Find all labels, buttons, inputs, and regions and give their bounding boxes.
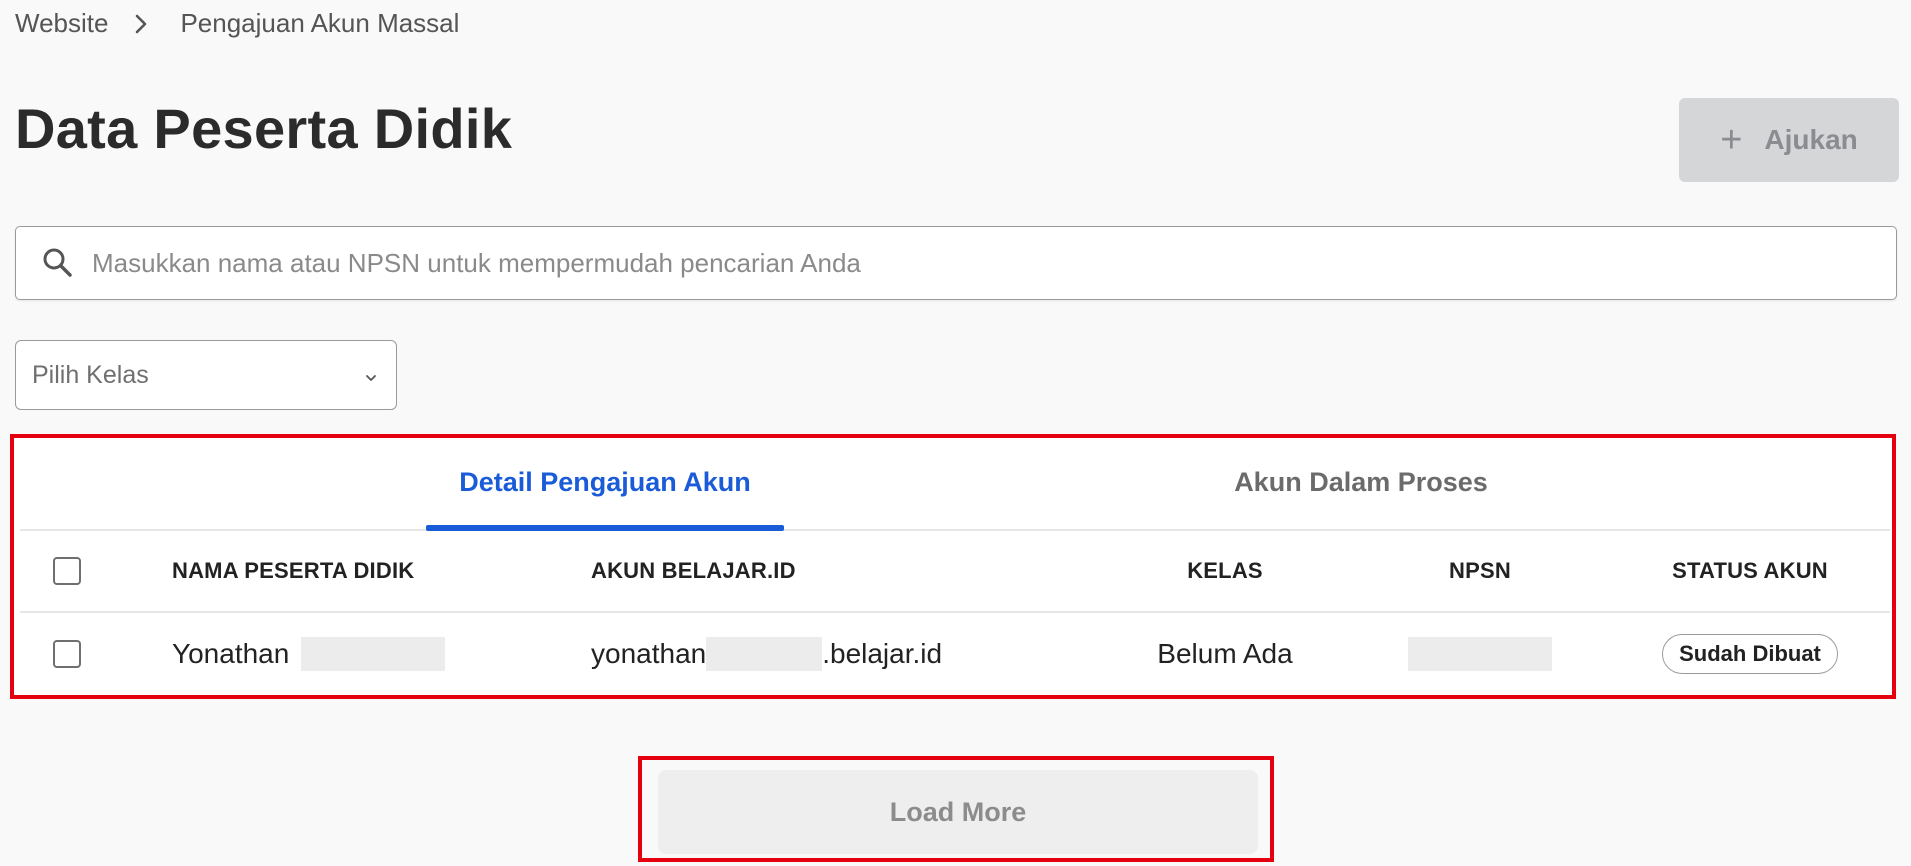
search-icon <box>40 245 76 281</box>
plus-icon: + <box>1720 119 1743 161</box>
ajukan-button-label: Ajukan <box>1764 124 1858 155</box>
search-bar <box>15 226 1897 300</box>
load-more-highlight-box <box>638 756 1274 862</box>
kelas-select[interactable]: Pilih Kelas <box>15 340 397 410</box>
breadcrumb: Website Pengajuan Akun Massal <box>15 8 459 39</box>
chevron-down-icon <box>364 361 378 390</box>
breadcrumb-current: Pengajuan Akun Massal <box>180 8 460 38</box>
chevron-right-icon <box>134 13 148 35</box>
page-title: Data Peserta Didik <box>15 97 513 160</box>
ajukan-button[interactable]: + Ajukan <box>1679 98 1899 182</box>
breadcrumb-website-link[interactable]: Website <box>15 8 108 39</box>
kelas-select-label: Pilih Kelas <box>32 360 149 389</box>
table-highlight-box <box>10 434 1896 699</box>
search-input[interactable] <box>90 246 1854 280</box>
